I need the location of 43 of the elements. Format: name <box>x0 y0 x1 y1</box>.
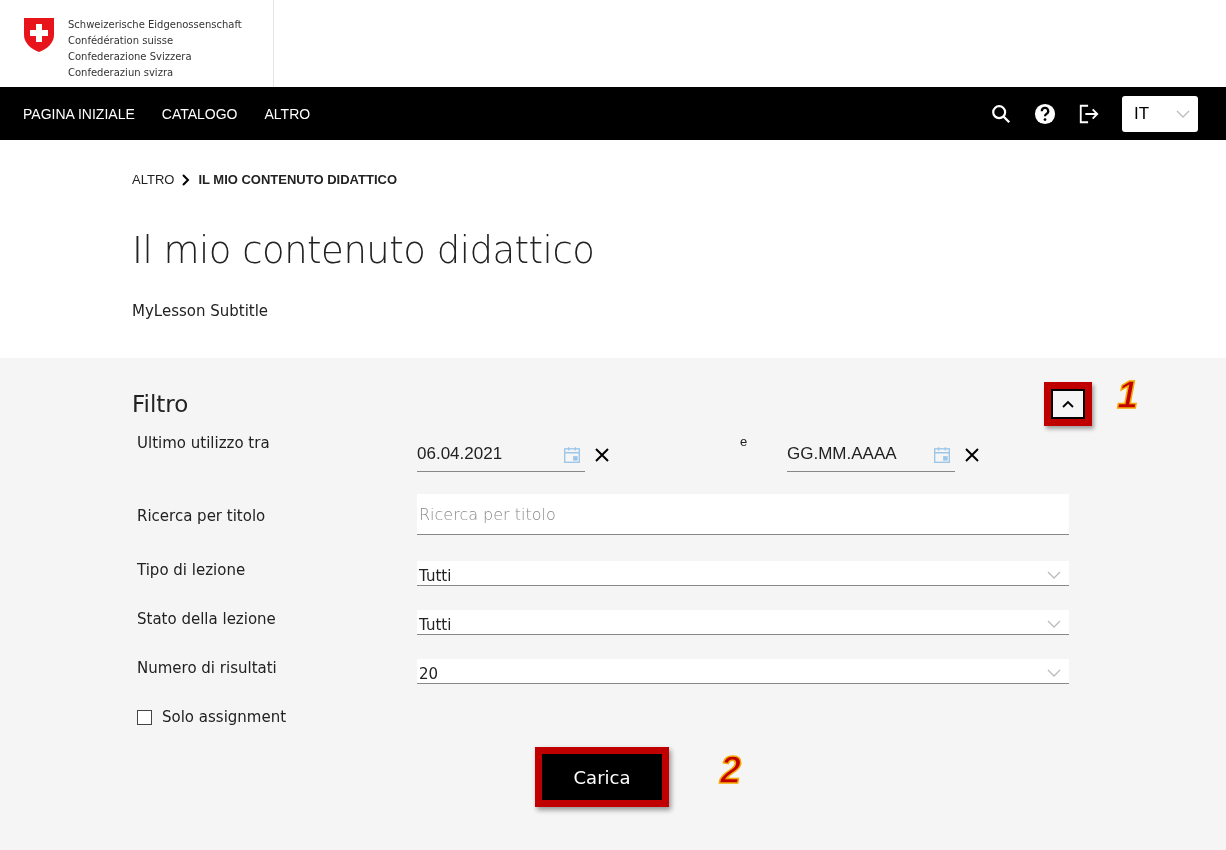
breadcrumb-link[interactable]: ALTRO <box>132 172 175 187</box>
field-label: Stato della lezione <box>137 610 277 628</box>
chevron-down-icon <box>1176 109 1190 118</box>
dropdown[interactable]: Tutti <box>417 561 1069 586</box>
search-icon[interactable] <box>990 102 1012 125</box>
chevron-up-icon <box>1062 400 1074 408</box>
filter-title: Filtro <box>132 391 190 417</box>
date-field[interactable]: GG.MM.AAAA <box>787 442 955 472</box>
chevron-right-icon <box>182 173 191 186</box>
dropdown[interactable]: Tutti <box>417 610 1069 635</box>
step-number: 1 <box>1117 374 1139 417</box>
breadcrumb-current: IL MIO CONTENUTO DIDATTICO <box>198 172 397 187</box>
page-subtitle: MyLesson Subtitle <box>132 302 270 320</box>
date-field[interactable]: 06.04.2021 <box>417 442 585 472</box>
load-button[interactable]: Carica <box>535 747 669 807</box>
checkbox[interactable] <box>137 709 152 725</box>
nav-link[interactable]: CATALOGO <box>161 105 238 122</box>
field-label: Ultimo utilizzo tra <box>137 434 271 452</box>
clear-icon[interactable] <box>594 447 610 463</box>
logout-icon[interactable] <box>1078 102 1100 125</box>
chevron-down-icon <box>1047 571 1061 579</box>
chevron-down-icon <box>1047 620 1061 628</box>
field-label: Tipo di lezione <box>137 561 247 579</box>
field-label: Ricerca per titolo <box>137 506 267 525</box>
logo-text: Confederaziun svizra <box>68 66 175 80</box>
range-connector: e <box>740 434 749 449</box>
logo-text: Confederazione Svizzera <box>68 50 193 64</box>
step-number: 2 <box>720 749 742 792</box>
nav-link[interactable]: PAGINA INIZIALE <box>23 105 135 122</box>
nav-link[interactable]: ALTRO <box>264 105 311 122</box>
clear-icon[interactable] <box>964 447 980 463</box>
field-label: Numero di risultati <box>137 659 278 677</box>
dropdown[interactable]: 20 <box>417 659 1069 684</box>
search-field[interactable]: Ricerca per titolo <box>417 494 1069 535</box>
collapse-toggle[interactable] <box>1044 382 1092 426</box>
language-select[interactable]: IT <box>1122 95 1198 132</box>
logo-text: Schweizerische Eidgenossenschaft <box>68 18 242 32</box>
chevron-down-icon <box>1047 669 1061 677</box>
page-title: Il mio contenuto didattico <box>132 229 596 272</box>
swiss-shield-icon <box>23 17 55 53</box>
logo-text: Confédération suisse <box>68 34 175 48</box>
help-icon[interactable] <box>1034 102 1056 125</box>
checkbox-label: Solo assignment <box>162 708 287 726</box>
